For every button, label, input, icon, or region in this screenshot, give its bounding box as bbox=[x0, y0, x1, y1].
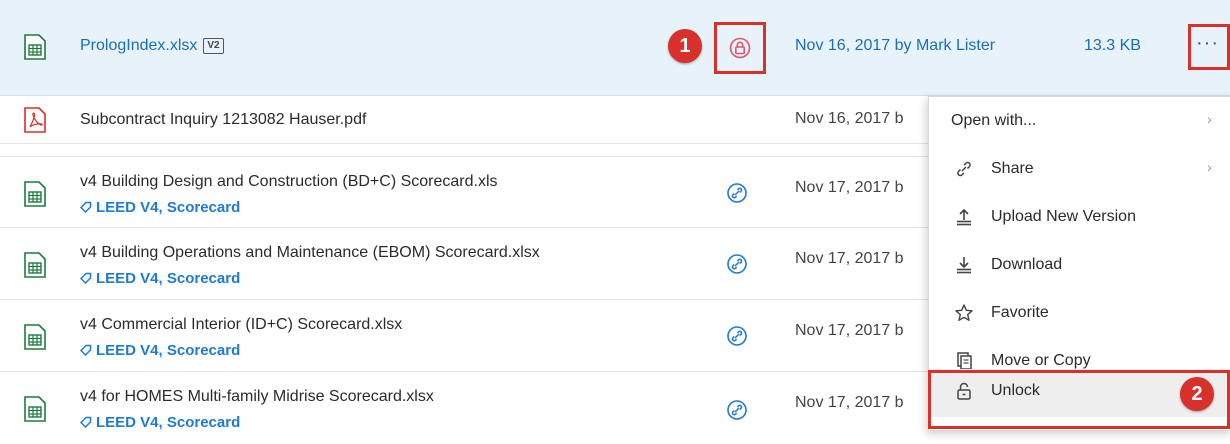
menu-item-label: Download bbox=[991, 256, 1063, 273]
excel-file-icon bbox=[24, 324, 46, 350]
modified-text: Nov 17, 2017 b bbox=[795, 322, 904, 339]
shared-link-icon[interactable] bbox=[727, 254, 747, 274]
tag-icon bbox=[80, 416, 92, 428]
excel-file-icon bbox=[24, 34, 46, 60]
modified-text: Nov 17, 2017 b bbox=[795, 394, 904, 411]
tag-icon bbox=[80, 272, 92, 284]
shared-link-icon[interactable] bbox=[727, 326, 747, 346]
modified-text: Nov 17, 2017 b bbox=[795, 179, 904, 196]
modified-link[interactable]: Nov 16, 2017 by Mark Lister bbox=[795, 37, 995, 55]
submenu-arrow-icon: › bbox=[1207, 159, 1212, 175]
menu-item-label: Move or Copy bbox=[991, 352, 1091, 369]
tags-link[interactable]: LEED V4, Scorecard bbox=[80, 270, 240, 287]
submenu-arrow-icon: › bbox=[1207, 111, 1212, 127]
menu-item-favorite[interactable]: Favorite bbox=[929, 289, 1230, 337]
callout-number-2: 2 bbox=[1180, 377, 1214, 411]
tags-link[interactable]: LEED V4, Scorecard bbox=[80, 199, 240, 216]
more-options-button[interactable]: ··· bbox=[1196, 32, 1219, 55]
file-name[interactable]: v4 Building Design and Construction (BD+… bbox=[80, 173, 498, 191]
excel-file-icon bbox=[24, 252, 46, 278]
file-name[interactable]: v4 for HOMES Multi-family Midrise Scorec… bbox=[80, 388, 434, 406]
file-name[interactable]: v4 Building Operations and Maintenance (… bbox=[80, 244, 540, 262]
modified-text: Nov 16, 2017 b bbox=[795, 110, 904, 127]
menu-item-open-with[interactable]: Open with... › bbox=[929, 97, 1230, 145]
menu-item-label: Upload New Version bbox=[991, 208, 1136, 225]
menu-item-download[interactable]: Download bbox=[929, 241, 1230, 289]
upload-icon bbox=[957, 208, 971, 226]
star-icon bbox=[955, 304, 973, 321]
tag-icon bbox=[80, 344, 92, 356]
tags-link[interactable]: LEED V4, Scorecard bbox=[80, 342, 240, 359]
file-name[interactable]: Subcontract Inquiry 1213082 Hauser.pdf bbox=[80, 111, 366, 129]
download-icon bbox=[957, 257, 971, 274]
version-badge[interactable]: V2 bbox=[203, 38, 224, 54]
file-name[interactable]: v4 Commercial Interior (ID+C) Scorecard.… bbox=[80, 316, 402, 334]
modified-text: Nov 17, 2017 b bbox=[795, 250, 904, 267]
table-row[interactable]: PrologIndex.xlsx V2 1 Nov 16, 2017 by Mar… bbox=[0, 0, 1230, 96]
menu-item-label: Favorite bbox=[991, 304, 1049, 321]
menu-item-label: Open with... bbox=[951, 112, 1037, 129]
shared-link-icon[interactable] bbox=[727, 400, 747, 420]
file-name-link[interactable]: PrologIndex.xlsx V2 bbox=[80, 37, 224, 55]
tags-link[interactable]: LEED V4, Scorecard bbox=[80, 414, 240, 431]
shared-link-icon[interactable] bbox=[727, 183, 747, 203]
menu-item-upload-new-version[interactable]: Upload New Version bbox=[929, 193, 1230, 241]
pdf-file-icon bbox=[24, 107, 46, 133]
tag-icon bbox=[80, 201, 92, 213]
excel-file-icon bbox=[24, 396, 46, 422]
callout-number-1: 1 bbox=[668, 29, 702, 63]
lock-icon[interactable] bbox=[729, 37, 751, 59]
copy-icon bbox=[957, 352, 972, 370]
link-icon bbox=[957, 161, 971, 177]
excel-file-icon bbox=[24, 181, 46, 207]
menu-item-share[interactable]: Share › bbox=[929, 145, 1230, 193]
menu-item-label: Share bbox=[991, 160, 1034, 177]
file-size: 13.3 KB bbox=[1084, 37, 1141, 54]
